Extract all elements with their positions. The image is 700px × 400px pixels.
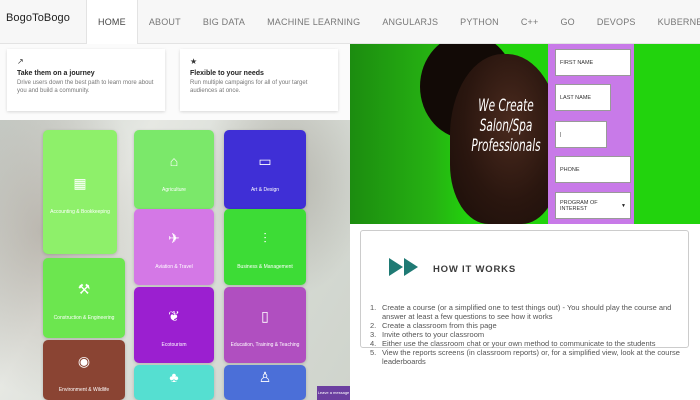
route-icon: ↗ (17, 57, 24, 66)
program-select-label: PROGRAM OF INTEREST (560, 199, 598, 212)
calculator-icon: ▦ (73, 175, 87, 191)
how-steps-list: 1. Create a course (or a simplified one t… (370, 303, 690, 366)
category-tile[interactable]: ▯ Education, Training & Teaching (224, 287, 306, 363)
category-tile[interactable]: ❦ Ecotourism (134, 287, 214, 363)
banner-tagline: We Create Salon/Spa Professionals (471, 96, 541, 156)
farm-icon: ⌂ (169, 152, 179, 169)
leaf-icon: ♣ (169, 368, 179, 385)
nav-python[interactable]: PYTHON (449, 0, 510, 44)
category-tile-label: Accounting & Bookkeeping (50, 209, 110, 215)
category-tile[interactable]: ⚒ Construction & Engineering (43, 258, 125, 338)
star-icon: ★ (190, 57, 198, 66)
globe-icon: ◉ (77, 353, 91, 369)
category-tile[interactable]: ▦ Accounting & Bookkeeping (43, 130, 117, 254)
nav-devops[interactable]: DEVOPS (586, 0, 647, 44)
crane-icon: ⚒ (77, 281, 91, 297)
phone-field[interactable]: PHONE (555, 156, 631, 183)
category-tile[interactable]: ♙ (224, 365, 306, 400)
chat-widget-button[interactable]: Leave a message (317, 386, 350, 400)
fast-forward-icon (389, 258, 418, 276)
nav-angularjs[interactable]: ANGULARJS (371, 0, 449, 44)
nav-kubernetes[interactable]: KUBERNETES (647, 0, 700, 44)
nav-machine-learning[interactable]: MACHINE LEARNING (256, 0, 371, 44)
tablet-icon: ▯ (261, 308, 269, 324)
list-item: 4. Either use the classroom chat or your … (370, 339, 656, 348)
category-tile[interactable]: ⌂ Agriculture (134, 130, 214, 209)
nav-links: HOME ABOUT BIG DATA MACHINE LEARNING ANG… (86, 0, 700, 44)
caret-down-icon: ▼ (621, 202, 626, 209)
last-name-field[interactable]: LAST NAME (555, 84, 611, 111)
category-tile-label: Environment & Wildlife (58, 387, 110, 393)
category-tile-label: Education, Training & Teaching (230, 342, 300, 348)
leaf-icon: ❦ (168, 308, 180, 324)
how-it-works-title: HOW IT WORKS (433, 264, 516, 275)
category-tile[interactable]: ♣ (134, 365, 214, 400)
category-tile-label: Business & Management (237, 264, 293, 270)
feature-strip: ↗ Take them on a journey Drive users dow… (0, 44, 350, 120)
category-tile[interactable]: ◉ Environment & Wildlife (43, 340, 125, 400)
nav-about[interactable]: ABOUT (138, 0, 192, 44)
signup-form: FIRST NAME LAST NAME | PHONE PROGRAM OF … (548, 44, 634, 224)
program-select[interactable]: PROGRAM OF INTEREST ▼ (555, 192, 631, 219)
category-tile[interactable]: ⫶ Business & Management (224, 209, 306, 285)
page: BogoToBogo HOME ABOUT BIG DATA MACHINE L… (0, 0, 700, 400)
feature-title: Flexible to your needs (190, 70, 264, 77)
feature-desc: Run multiple campaigns for all of your t… (190, 80, 308, 94)
nav-go[interactable]: GO (549, 0, 585, 44)
list-item: 5. View the reports screens (in classroom… (370, 348, 680, 366)
airplane-icon: ✈ (168, 230, 180, 246)
category-tile-label: Art & Design (250, 186, 280, 193)
list-item: 1. Create a course (or a simplified one t… (370, 303, 672, 321)
category-tile-label: Ecotourism (161, 342, 187, 348)
list-item: 2. Create a classroom from this page (370, 321, 497, 330)
list-item: 3. Invite others to your classroom (370, 330, 485, 339)
brand-logo[interactable]: BogoToBogo (6, 12, 70, 24)
category-tile[interactable]: ✈ Aviation & Travel (134, 209, 214, 285)
feature-title: Take them on a journey (17, 70, 95, 77)
feature-card-journey[interactable]: ↗ Take them on a journey Drive users dow… (7, 49, 165, 111)
chart-icon: ⫶ (263, 230, 267, 246)
email-field[interactable]: | (555, 121, 607, 148)
top-navbar: BogoToBogo HOME ABOUT BIG DATA MACHINE L… (0, 0, 700, 44)
nav-cpp[interactable]: C++ (510, 0, 550, 44)
category-tile[interactable]: ▭ Art & Design (224, 130, 306, 209)
category-tile-label: Agriculture (162, 186, 186, 193)
hero-banner: We Create Salon/Spa Professionals (350, 44, 700, 224)
nav-home[interactable]: HOME (86, 0, 138, 44)
monitor-icon: ▭ (258, 152, 272, 169)
person-icon: ♙ (258, 368, 272, 385)
first-name-field[interactable]: FIRST NAME (555, 49, 631, 76)
nav-big-data[interactable]: BIG DATA (192, 0, 256, 44)
feature-desc: Drive users down the best path to learn … (17, 80, 154, 94)
category-tile-label: Aviation & Travel (155, 264, 193, 270)
category-tile-label: Construction & Engineering (53, 315, 115, 321)
feature-card-flexible[interactable]: ★ Flexible to your needs Run multiple ca… (180, 49, 338, 111)
